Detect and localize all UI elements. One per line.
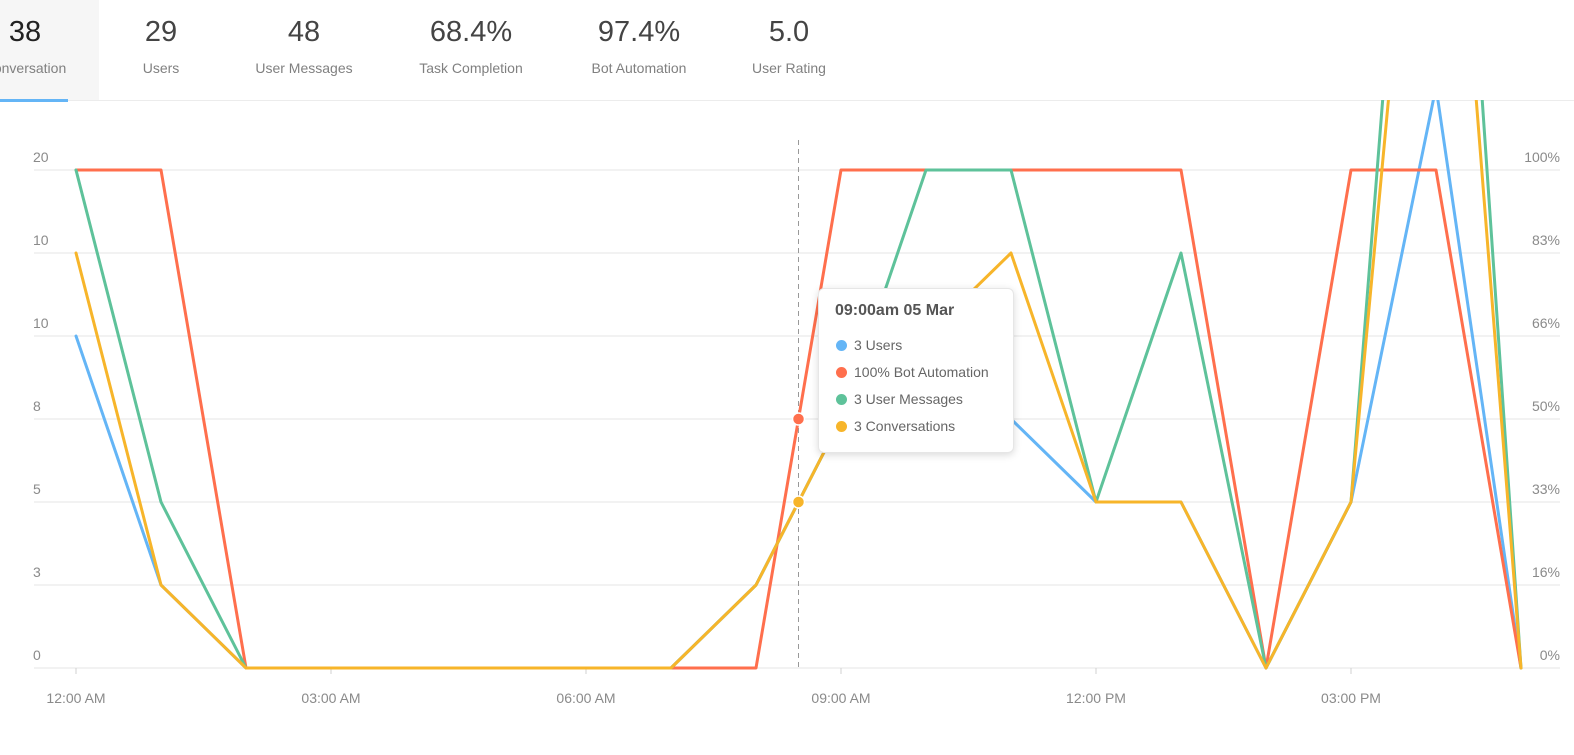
stat-label: User Rating (752, 60, 826, 76)
stat-value: 29 (144, 16, 178, 48)
hover-marker-bot-automation (791, 412, 806, 426)
stat-label: Conversation (0, 60, 67, 76)
left-tick-label: 8 (33, 398, 41, 414)
stat-tab-task-completion[interactable]: 68.4% Task Completion (406, 0, 536, 100)
tooltip-row-text: 3 Conversations (854, 418, 956, 434)
chart-tooltip: 09:00am 05 Mar 3 Users 100% Bot Automati… (818, 288, 1014, 453)
left-tick-label: 10 (33, 315, 49, 331)
right-tick-label: 0% (1540, 647, 1560, 663)
stat-value: 5.0 (768, 16, 810, 48)
stat-label: Task Completion (419, 60, 523, 76)
stat-label: Bot Automation (591, 60, 687, 76)
users-legend-dot (836, 340, 847, 351)
stat-tab-user-messages[interactable]: 48 User Messages (244, 0, 364, 100)
stat-value: 97.4% (597, 16, 681, 48)
tooltip-row-text: 100% Bot Automation (854, 364, 989, 380)
tooltip-row-conversations: 3 Conversations (836, 418, 955, 434)
left-tick-label: 3 (33, 564, 41, 580)
tooltip-row-text: 3 Users (854, 337, 903, 353)
left-tick-label: 0 (33, 647, 41, 663)
tooltip-row-bot-automation: 100% Bot Automation (836, 364, 989, 380)
bot-automation-legend-dot (836, 367, 847, 378)
hover-marker-conversations (791, 495, 806, 509)
tooltip-row-user-messages: 3 User Messages (836, 391, 963, 407)
stat-tab-bot-automation[interactable]: 97.4% Bot Automation (574, 0, 704, 100)
left-tick-label: 5 (33, 481, 41, 497)
stat-value: 38 (8, 16, 42, 48)
tooltip-row-users: 3 Users (836, 337, 902, 353)
right-tick-label: 83% (1532, 232, 1560, 248)
stat-value: 68.4% (429, 16, 513, 48)
right-tick-label: 16% (1532, 564, 1560, 580)
right-tick-label: 50% (1532, 398, 1560, 414)
stat-tab-conversation[interactable]: 38 Conversation (0, 0, 99, 102)
right-tick-label: 66% (1532, 315, 1560, 331)
x-tick-label: 12:00 AM (46, 690, 105, 706)
tooltip-row-text: 3 User Messages (854, 391, 963, 407)
user-messages-legend-dot (836, 394, 847, 405)
stat-tab-user-rating[interactable]: 5.0 User Rating (739, 0, 839, 100)
stat-label: Users (142, 60, 180, 76)
x-tick-label: 03:00 AM (301, 690, 360, 706)
left-tick-label: 10 (33, 232, 49, 248)
left-tick-label: 20 (33, 149, 49, 165)
x-tick-label: 12:00 PM (1066, 690, 1126, 706)
line-chart[interactable]: 0 3 5 8 10 10 20 0% 16% 33% 50% 66% 83% 100% 12:00 A… (0, 100, 1574, 755)
conversations-legend-dot (836, 421, 847, 432)
x-tick-label: 09:00 AM (811, 690, 870, 706)
stats-bar: 38 Conversation 29 Users 48 User Message… (0, 0, 1574, 102)
stat-tab-users[interactable]: 29 Users (121, 0, 201, 100)
x-tick-label: 03:00 PM (1321, 690, 1381, 706)
stat-label: User Messages (255, 60, 353, 76)
left-axis: 0 3 5 8 10 10 20 (33, 149, 49, 663)
x-tick-label: 06:00 AM (556, 690, 615, 706)
right-tick-label: 100% (1524, 149, 1560, 165)
stat-value: 48 (287, 16, 321, 48)
x-axis: 12:00 AM 03:00 AM 06:00 AM 09:00 AM 12:00 PM… (46, 668, 1381, 706)
right-tick-label: 33% (1532, 481, 1560, 497)
tooltip-title: 09:00am 05 Mar (835, 302, 955, 319)
right-axis: 0% 16% 33% 50% 66% 83% 100% (1524, 149, 1560, 663)
